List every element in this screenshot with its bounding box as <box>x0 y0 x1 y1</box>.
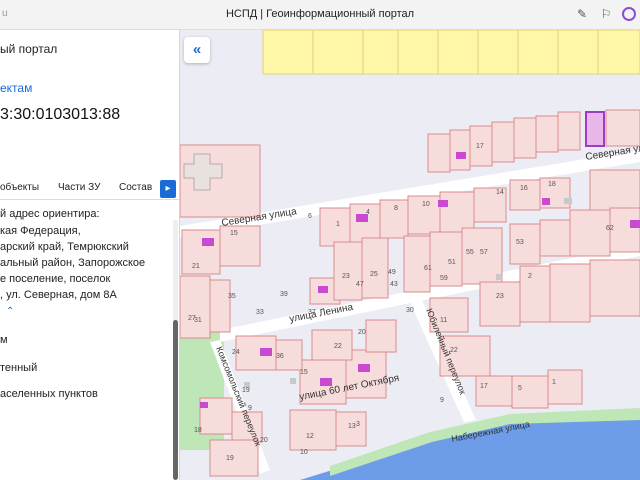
house-number: 9 <box>248 405 252 412</box>
tabs-next-button[interactable]: ▸ <box>160 180 176 198</box>
house-number: 18 <box>194 427 202 434</box>
bookmark-icon[interactable]: ⚐ <box>598 6 614 22</box>
house-number: 16 <box>520 185 528 192</box>
house-number: 4 <box>366 209 370 216</box>
back-to-objects-link[interactable]: ектам <box>0 81 32 95</box>
house-number: 14 <box>496 189 504 196</box>
tab-objects[interactable]: объекты <box>0 182 39 193</box>
house-number: 1 <box>552 379 556 386</box>
house-number: 15 <box>300 369 308 376</box>
brush-icon[interactable]: ✎ <box>574 6 590 22</box>
house-number: 17 <box>476 143 484 150</box>
house-number: 11 <box>440 317 447 324</box>
selected-parcel[interactable] <box>585 111 605 147</box>
status-value: тенный <box>0 362 38 374</box>
house-number: 23 <box>342 273 350 280</box>
address-line: альный район, Запорожское <box>0 257 146 269</box>
object-info-panel: ый портал ектам 3:30:0103013:88 объекты … <box>0 30 180 480</box>
house-number: 17 <box>480 383 488 390</box>
collapse-address-icon[interactable]: ⌃ <box>6 306 14 317</box>
browser-toolbar: u НСПД | Геоинформационный портал ✎ ⚐ <box>0 0 640 30</box>
collapse-panel-button[interactable]: « <box>184 37 210 63</box>
house-number: 62 <box>606 225 614 232</box>
info-tabs: объекты Части ЗУ Состав ▸ <box>0 178 179 200</box>
cadastral-number: 3:30:0103013:88 <box>0 106 121 123</box>
panel-scrollbar-thumb[interactable] <box>173 320 178 480</box>
tab-composition[interactable]: Состав <box>119 182 152 193</box>
house-number: 49 <box>388 269 396 276</box>
house-number: 37 <box>308 309 316 316</box>
yellow-parcels <box>262 30 640 75</box>
house-number: 22 <box>334 343 342 350</box>
house-number: 36 <box>276 353 284 360</box>
house-number: 1 <box>336 221 340 228</box>
house-number: 8 <box>394 205 398 212</box>
house-number: 18 <box>548 181 556 188</box>
house-number: 57 <box>480 249 488 256</box>
house-number: 9 <box>440 397 444 404</box>
house-number: 2 <box>528 273 532 280</box>
house-number: 21 <box>192 263 200 270</box>
house-number: 51 <box>448 259 456 266</box>
address-line: е поселение, поселок <box>0 273 111 285</box>
house-number: 61 <box>424 265 432 272</box>
alice-assistant-icon[interactable] <box>622 7 636 21</box>
house-number: 19 <box>226 455 234 462</box>
house-number: 47 <box>356 281 364 288</box>
house-number: 43 <box>390 281 398 288</box>
address-line: кая Федерация, <box>0 225 81 237</box>
page-title: НСПД | Геоинформационный портал <box>225 8 415 20</box>
house-number: 22 <box>450 347 458 354</box>
house-number: 53 <box>516 239 524 246</box>
house-number: 24 <box>232 349 240 356</box>
house-number: 20 <box>260 437 268 444</box>
house-number: 5 <box>518 385 522 392</box>
house-number: 10 <box>422 201 430 208</box>
portal-title: ый портал <box>0 42 58 56</box>
house-number: 23 <box>496 293 504 300</box>
cadastral-map[interactable]: Северная улица Северная улица улица Лени… <box>180 30 640 480</box>
house-number: 6 <box>308 213 312 220</box>
toolbar-icons: ✎ ⚐ <box>574 6 636 22</box>
house-number: 33 <box>256 309 264 316</box>
house-number: 59 <box>440 275 448 282</box>
house-number: 12 <box>306 433 314 440</box>
land-category-value: аселенных пунктов <box>0 388 98 400</box>
house-number: 20 <box>358 329 366 336</box>
address-label: й адрес ориентира: <box>0 208 100 220</box>
house-number: 39 <box>280 291 288 298</box>
address-line: арский край, Темрюкский <box>0 241 129 253</box>
house-number: 55 <box>466 249 474 256</box>
house-number: 35 <box>228 293 236 300</box>
address-line: , ул. Северная, дом 8А <box>0 289 117 301</box>
house-number: 30 <box>406 307 414 314</box>
house-number: 3 <box>356 421 360 428</box>
map-canvas[interactable]: Северная улица Северная улица улица Лени… <box>180 30 640 480</box>
house-number: 19 <box>242 387 250 394</box>
house-number: 10 <box>300 449 308 456</box>
tab-parts[interactable]: Части ЗУ <box>58 182 100 193</box>
house-number: 31 <box>194 317 202 324</box>
area-unit-value: м <box>0 334 8 346</box>
house-number: 15 <box>230 230 238 237</box>
house-number: 13 <box>348 423 356 430</box>
house-number: 25 <box>370 271 378 278</box>
